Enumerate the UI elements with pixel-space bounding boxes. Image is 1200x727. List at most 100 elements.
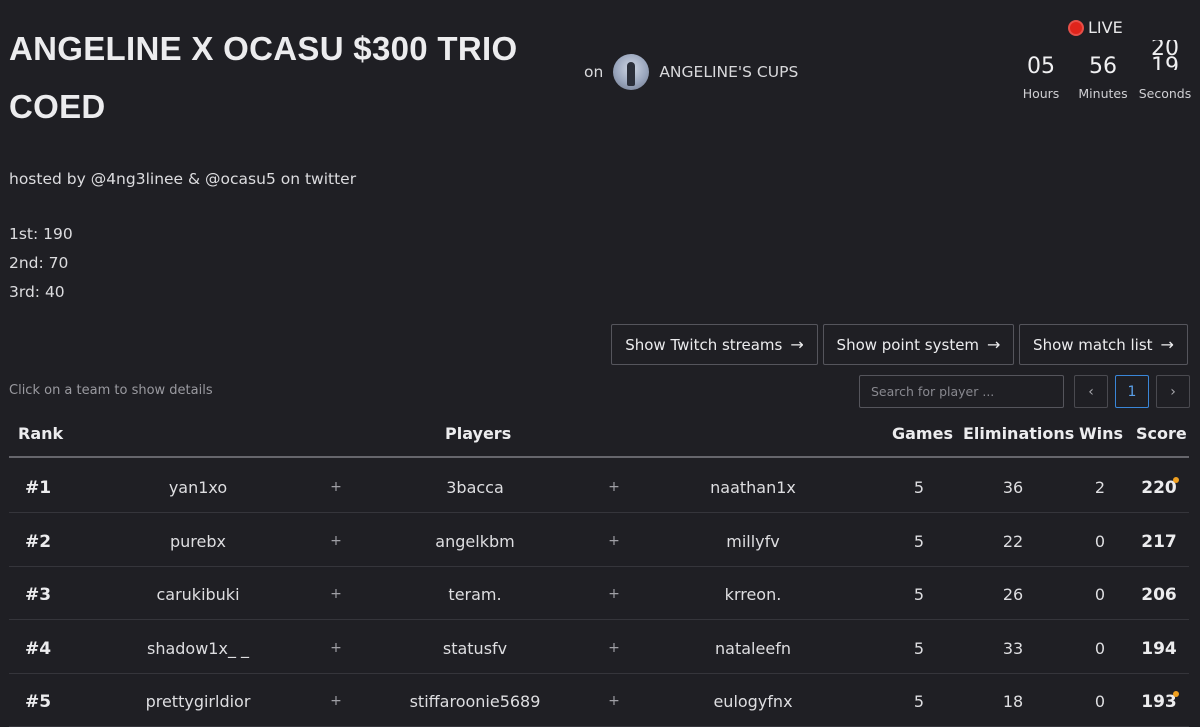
countdown-seconds: 20 19 Seconds [1134, 40, 1196, 101]
player-2-cell: statusfv [442, 638, 508, 658]
header-players: Players [445, 424, 512, 443]
header-eliminations[interactable]: Eliminations [963, 424, 1074, 443]
team-row[interactable]: #1 yan1xo +3bacca + naathan1x 5 36 2 220 [9, 460, 1189, 513]
prev-page-button[interactable]: ‹ [1074, 375, 1108, 408]
plus-separator-icon: + [608, 532, 620, 549]
on-label: on [584, 63, 604, 81]
plus-separator-icon: + [608, 693, 620, 709]
wins-cell: 0 [1094, 692, 1106, 711]
score-notification-dot [1173, 691, 1179, 697]
header-rank[interactable]: Rank [18, 424, 63, 443]
show-point-system-button[interactable]: Show point system → [823, 324, 1014, 365]
score-cell: 194 [1141, 638, 1177, 659]
eliminations-cell: 18 [1002, 692, 1024, 711]
show-twitch-streams-label: Show Twitch streams [625, 335, 783, 354]
score-cell: 217 [1141, 531, 1177, 552]
games-cell: 5 [913, 478, 925, 497]
rank-cell: #4 [25, 638, 52, 659]
hours-value: 05 [1027, 54, 1055, 79]
games-cell: 5 [913, 638, 925, 658]
player-3-cell: nataleefn [715, 638, 791, 658]
player-3-cell: naathan1x [710, 478, 796, 497]
tournament-title: ANGELINE X OCASU $300 TRIO COED [9, 30, 518, 125]
player-search-input[interactable] [859, 375, 1064, 408]
header-games[interactable]: Games [892, 424, 953, 443]
header-wins[interactable]: Wins [1079, 424, 1123, 443]
seconds-value-bottom: 19 [1151, 54, 1179, 71]
seconds-label: Seconds [1138, 86, 1192, 101]
arrow-right-icon: → [987, 335, 1001, 354]
live-indicator: LIVE [1068, 18, 1123, 37]
prize-1st: 1st: 190 [9, 225, 73, 243]
eliminations-cell: 33 [1002, 638, 1024, 658]
wins-cell: 2 [1094, 478, 1106, 497]
organizer-link[interactable]: ANGELINE'S CUPS [659, 63, 798, 81]
table-header: Rank Players Games Eliminations Wins Sco… [9, 420, 1189, 458]
next-page-button[interactable]: › [1156, 375, 1190, 408]
minutes-label: Minutes [1078, 86, 1128, 101]
prize-3rd: 3rd: 40 [9, 283, 65, 301]
plus-separator-icon: + [330, 586, 342, 602]
team-row[interactable]: #2 purebx + angelkbm + millyfv 5 22 0 217 [9, 514, 1189, 567]
score-cell: 193 [1141, 692, 1177, 712]
plus-separator-icon: + [608, 639, 620, 656]
plus-separator-icon: + [330, 639, 342, 656]
chevron-left-icon: ‹ [1088, 383, 1094, 400]
rank-cell: #5 [25, 692, 52, 712]
team-row[interactable]: #4 shadow1x_ _ + statusfv + nataleefn 5 33 0 194 [9, 621, 1189, 674]
organizer: on ANGELINE'S CUPS [584, 53, 798, 91]
team-row[interactable]: #5 prettygirldior + stiffaroonie5689 + eulogy… [9, 674, 1189, 727]
eliminations-cell: 26 [1002, 585, 1024, 604]
plus-separator-icon: + [608, 479, 620, 495]
score-cell: 220 [1141, 478, 1177, 498]
wins-cell: 0 [1094, 585, 1106, 604]
hours-label: Hours [1022, 86, 1060, 101]
score-cell: 206 [1141, 585, 1177, 605]
player-1-cell: prettygirldior [145, 692, 251, 711]
page-1-button[interactable]: 1 [1115, 375, 1149, 408]
player-2-cell: stiffaroonie5689 [409, 692, 541, 711]
host-text: hosted by @4ng3linee & @ocasu5 on twitte… [9, 170, 357, 188]
rank-cell: #2 [25, 531, 52, 552]
show-twitch-streams-button[interactable]: Show Twitch streams → [611, 324, 818, 365]
eliminations-cell: 36 [1002, 478, 1024, 497]
wins-cell: 0 [1094, 531, 1106, 551]
show-point-system-label: Show point system [836, 335, 980, 354]
countdown: 05 Hours 56 Minutes 20 19 Seconds [1010, 40, 1196, 101]
plus-separator-icon: + [330, 693, 342, 709]
rank-cell: #3 [25, 585, 52, 605]
chevron-right-icon: › [1170, 383, 1176, 400]
player-1-cell: carukibuki [156, 585, 240, 604]
player-3-cell: krreon. [724, 585, 782, 604]
plus-separator-icon: + [608, 586, 620, 602]
minutes-value: 56 [1089, 54, 1117, 79]
plus-separator-icon: + [330, 532, 342, 549]
header-score[interactable]: Score [1136, 424, 1187, 443]
prize-2nd: 2nd: 70 [9, 254, 69, 272]
player-1-cell: shadow1x_ _ [146, 638, 250, 658]
arrow-right-icon: → [790, 335, 804, 354]
page-number: 1 [1127, 383, 1137, 400]
show-match-list-label: Show match list [1033, 335, 1153, 354]
player-3-cell: eulogyfnx [713, 692, 793, 711]
seconds-value: 20 19 [1134, 40, 1196, 70]
prize-list: 1st: 190 2nd: 70 3rd: 40 [9, 220, 73, 307]
games-cell: 5 [913, 585, 925, 604]
plus-separator-icon: + [330, 479, 342, 495]
live-label: LIVE [1088, 18, 1123, 37]
team-row[interactable]: #3 carukibuki + teram. + krreon. 5 26 0 206 [9, 567, 1189, 620]
player-1-cell: yan1xo [168, 478, 228, 497]
player-1-cell: purebx [170, 531, 226, 551]
games-cell: 5 [913, 692, 925, 711]
eliminations-cell: 22 [1002, 531, 1024, 551]
rank-cell: #1 [25, 478, 52, 498]
player-2-cell: teram. [448, 585, 502, 604]
player-2-cell: angelkbm [435, 531, 515, 551]
organizer-avatar[interactable] [613, 54, 650, 90]
table-hint: Click on a team to show details [9, 383, 213, 398]
wins-cell: 0 [1094, 638, 1106, 658]
arrow-right-icon: → [1160, 335, 1174, 354]
player-3-cell: millyfv [726, 531, 780, 551]
show-match-list-button[interactable]: Show match list → [1019, 324, 1188, 365]
score-notification-dot [1173, 477, 1179, 483]
